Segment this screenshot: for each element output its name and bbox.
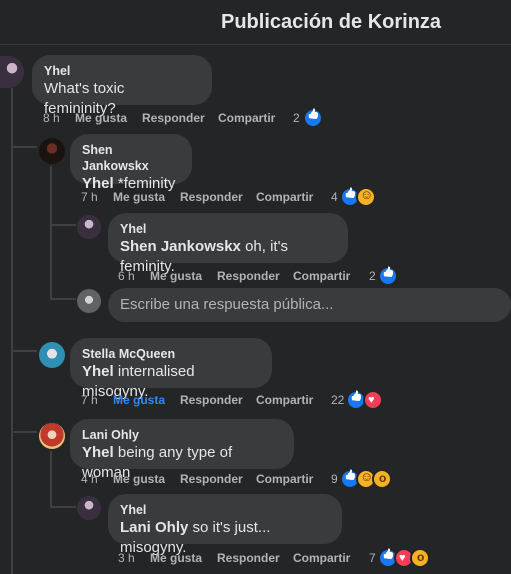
avatar[interactable] bbox=[39, 342, 65, 368]
comment-author[interactable]: Yhel bbox=[120, 221, 336, 237]
thread-branch-3 bbox=[11, 350, 37, 352]
share-button[interactable]: Compartir bbox=[256, 471, 313, 487]
comment-bubble: Lani Ohly Yhel being any type of woman bbox=[70, 419, 294, 481]
share-button[interactable]: Compartir bbox=[293, 268, 350, 284]
avatar[interactable] bbox=[39, 138, 65, 164]
thread-line-sub-1 bbox=[50, 166, 52, 299]
haha-reaction-icon[interactable] bbox=[356, 187, 376, 207]
comment-bubble: Stella McQueen Yhel internalised misogyn… bbox=[70, 338, 272, 400]
share-button[interactable]: Compartir bbox=[256, 392, 313, 408]
comment-time[interactable]: 7 h bbox=[81, 189, 98, 205]
comment-actions: 3 h Me gusta Responder Compartir bbox=[118, 550, 378, 566]
thread-branch-4 bbox=[11, 431, 37, 433]
like-reaction-icon[interactable] bbox=[378, 266, 398, 286]
like-button[interactable]: Me gusta bbox=[113, 471, 165, 487]
wow-reaction-icon[interactable] bbox=[410, 548, 430, 568]
mention[interactable]: Lani Ohly bbox=[120, 519, 188, 536]
share-button[interactable]: Compartir bbox=[218, 110, 275, 126]
like-button[interactable]: Me gusta bbox=[113, 189, 165, 205]
like-button[interactable]: Me gusta bbox=[113, 392, 165, 408]
share-button[interactable]: Compartir bbox=[293, 550, 350, 566]
comment-time[interactable]: 4 h bbox=[81, 471, 98, 487]
comment-bubble: Yhel Shen Jankowskx oh, it's feminity. bbox=[108, 213, 348, 275]
like-button[interactable]: Me gusta bbox=[150, 550, 202, 566]
reply-button[interactable]: Responder bbox=[180, 471, 243, 487]
love-reaction-icon[interactable] bbox=[363, 390, 383, 410]
mention[interactable]: Yhel bbox=[82, 444, 114, 461]
comment-actions: 4 h Me gusta Responder Compartir bbox=[81, 471, 341, 487]
comment-actions: 7 h Me gusta Responder Compartir bbox=[81, 189, 341, 205]
reply-input[interactable]: Escribe una respuesta pública... bbox=[108, 288, 511, 322]
wow-reaction-icon[interactable] bbox=[372, 469, 392, 489]
reply-button[interactable]: Responder bbox=[142, 110, 205, 126]
avatar[interactable] bbox=[77, 496, 101, 520]
avatar[interactable] bbox=[0, 56, 24, 88]
comment-author[interactable]: Yhel bbox=[44, 63, 200, 79]
page-title: Publicación de Korinza bbox=[221, 11, 442, 33]
comment-time[interactable]: 6 h bbox=[118, 268, 135, 284]
comment-bubble: Shen Jankowskx Yhel *feminity bbox=[70, 134, 192, 192]
post-header: Publicación de Korinza bbox=[0, 0, 511, 45]
like-reaction-icon[interactable] bbox=[303, 108, 323, 128]
reaction-count[interactable]: 9 bbox=[331, 471, 338, 487]
comment-time[interactable]: 7 h bbox=[81, 392, 98, 408]
thread-branch-reply bbox=[50, 298, 76, 300]
reaction-count[interactable]: 22 bbox=[331, 392, 344, 408]
comment-author[interactable]: Shen Jankowskx bbox=[82, 142, 180, 174]
comment-bubble: Yhel What's toxic femininity? bbox=[32, 55, 212, 117]
comment-time[interactable]: 8 h bbox=[43, 110, 60, 126]
reaction-count[interactable]: 2 bbox=[369, 268, 376, 284]
thread-line-main bbox=[11, 88, 13, 574]
current-user-avatar[interactable] bbox=[77, 289, 101, 313]
comment-actions: 7 h Me gusta Responder Compartir bbox=[81, 392, 341, 408]
reply-button[interactable]: Responder bbox=[217, 268, 280, 284]
reply-button[interactable]: Responder bbox=[180, 189, 243, 205]
like-button[interactable]: Me gusta bbox=[75, 110, 127, 126]
comment-bubble: Yhel Lani Ohly so it's just... misogyny. bbox=[108, 494, 342, 556]
reaction-count[interactable]: 2 bbox=[293, 110, 300, 126]
thread-branch-2 bbox=[50, 224, 76, 226]
thread-branch-1 bbox=[11, 146, 37, 148]
mention[interactable]: Shen Jankowskx bbox=[120, 238, 241, 255]
mention[interactable]: Yhel bbox=[82, 363, 114, 380]
comment-author[interactable]: Stella McQueen bbox=[82, 346, 260, 362]
avatar[interactable] bbox=[39, 423, 65, 449]
reply-button[interactable]: Responder bbox=[217, 550, 280, 566]
thread-line-sub-4 bbox=[50, 451, 52, 507]
like-button[interactable]: Me gusta bbox=[150, 268, 202, 284]
reaction-count[interactable]: 4 bbox=[331, 189, 338, 205]
thread-branch-5 bbox=[50, 506, 76, 508]
avatar[interactable] bbox=[77, 215, 101, 239]
reaction-count[interactable]: 7 bbox=[369, 550, 376, 566]
share-button[interactable]: Compartir bbox=[256, 189, 313, 205]
reply-button[interactable]: Responder bbox=[180, 392, 243, 408]
comment-actions: 8 h Me gusta Responder Compartir bbox=[43, 110, 333, 126]
comment-author[interactable]: Lani Ohly bbox=[82, 427, 282, 443]
comment-author[interactable]: Yhel bbox=[120, 502, 330, 518]
comment-time[interactable]: 3 h bbox=[118, 550, 135, 566]
comment-actions: 6 h Me gusta Responder Compartir bbox=[118, 268, 378, 284]
